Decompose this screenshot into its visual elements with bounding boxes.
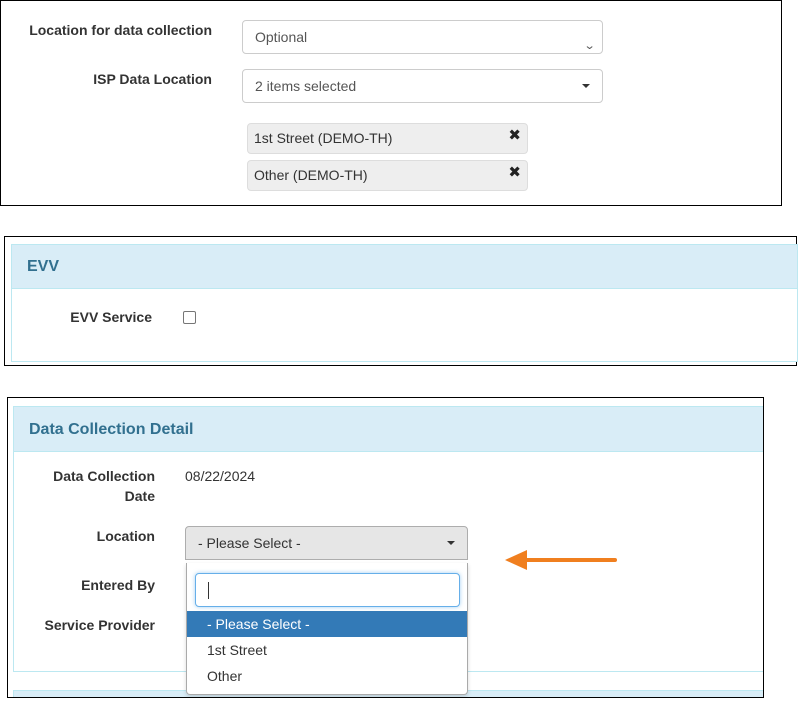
- location-select-value: - Please Select -: [198, 535, 301, 551]
- detail-panel-title: Data Collection Detail: [29, 421, 194, 438]
- location-for-data-collection-select[interactable]: Optional ⌄: [242, 20, 603, 54]
- isp-data-location-select[interactable]: 2 items selected: [242, 69, 603, 103]
- chevron-down-icon: ⌄: [583, 40, 596, 52]
- text-cursor: [208, 582, 209, 599]
- data-collection-detail-section: Data Collection Detail Data Collection D…: [7, 397, 764, 698]
- evv-service-checkbox[interactable]: [183, 311, 196, 324]
- evv-service-label: EVV Service: [70, 309, 152, 325]
- isp-data-location-label: ISP Data Location: [93, 71, 212, 87]
- data-collection-date-label: Data Collection Date: [8, 466, 155, 506]
- isp-data-location-value: 2 items selected: [255, 78, 357, 94]
- location-for-data-collection-label: Location for data collection: [29, 22, 212, 38]
- entered-by-label: Entered By: [81, 577, 155, 593]
- selected-location-chip: Other (DEMO-TH) ✖: [247, 160, 528, 191]
- dropdown-option-other[interactable]: Other: [187, 663, 467, 689]
- data-collection-date-value: 08/22/2024: [185, 468, 256, 484]
- evv-panel-title: EVV: [27, 258, 60, 275]
- dropdown-search-input[interactable]: [195, 573, 460, 607]
- dropdown-option-1st-street[interactable]: 1st Street: [187, 637, 467, 663]
- dropdown-option-please-select[interactable]: - Please Select -: [187, 611, 467, 637]
- remove-icon[interactable]: ✖: [508, 161, 521, 185]
- detail-panel-heading: Data Collection Detail: [13, 406, 763, 452]
- location-settings-section: Location for data collection Optional ⌄ …: [0, 0, 782, 206]
- caret-down-icon: [582, 84, 590, 88]
- chip-label: Other (DEMO-TH): [254, 167, 368, 183]
- location-for-data-collection-value: Optional: [255, 29, 308, 45]
- location-select[interactable]: - Please Select -: [185, 526, 468, 560]
- location-label: Location: [96, 528, 155, 544]
- chip-label: 1st Street (DEMO-TH): [254, 130, 393, 146]
- date-label-line2: Date: [124, 488, 155, 504]
- evv-panel-heading: EVV: [11, 244, 798, 289]
- arrow-left-icon: [505, 550, 617, 570]
- evv-section: EVV EVV Service: [4, 236, 798, 366]
- remove-icon[interactable]: ✖: [508, 124, 521, 148]
- caret-down-icon: [447, 541, 455, 545]
- date-label-line1: Data Collection: [53, 468, 155, 484]
- location-dropdown: - Please Select - 1st Street Other: [186, 563, 468, 695]
- selected-location-chip: 1st Street (DEMO-TH) ✖: [247, 123, 528, 154]
- service-provider-label: Service Provider: [44, 617, 155, 633]
